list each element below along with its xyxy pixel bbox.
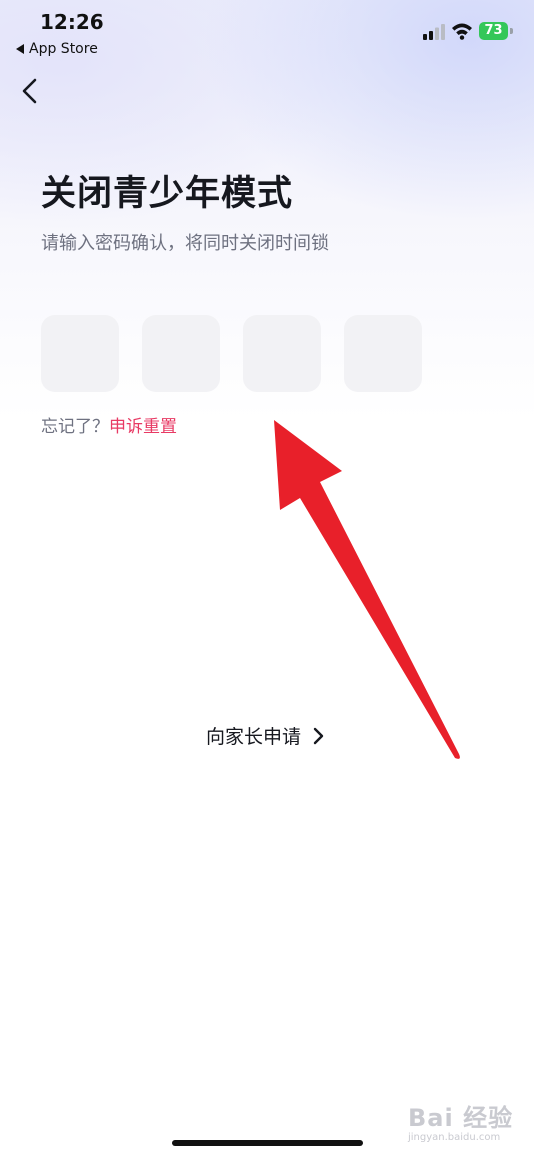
status-time: 12:26 — [40, 10, 104, 34]
red-annotation-arrow — [274, 420, 460, 759]
back-triangle-icon — [16, 44, 24, 54]
page-title: 关闭青少年模式 — [41, 174, 294, 214]
appeal-reset-link[interactable]: 申诉重置 — [109, 417, 177, 437]
watermark-text: Bai 经验 — [408, 1104, 514, 1132]
pin-input-group[interactable] — [41, 315, 422, 392]
pin-digit-box[interactable] — [344, 315, 422, 392]
battery-indicator: 73 — [479, 22, 513, 40]
apply-to-parent-button[interactable]: 向家长申请 — [206, 722, 325, 749]
wifi-icon — [452, 23, 472, 40]
cellular-signal-icon — [423, 24, 445, 40]
apply-to-parent-label: 向家长申请 — [206, 726, 302, 748]
back-app-label: App Store — [29, 41, 98, 57]
battery-percent: 73 — [484, 23, 503, 38]
back-to-app-store[interactable]: App Store — [16, 41, 98, 57]
chevron-left-icon[interactable] — [18, 75, 46, 107]
watermark-url: jingyan.baidu.com — [408, 1132, 501, 1143]
forgot-password-row: 忘记了？申诉重置 — [41, 412, 177, 437]
baidu-jingyan-watermark: Bai 经验 jingyan.baidu.com — [408, 1098, 518, 1148]
page-subtitle: 请输入密码确认，将同时关闭时间锁 — [41, 233, 329, 254]
forgot-prefix: 忘记了？ — [41, 417, 109, 437]
status-bar: 12:26 App Store 73 — [0, 0, 534, 64]
pin-digit-box[interactable] — [41, 315, 119, 392]
pin-digit-box[interactable] — [142, 315, 220, 392]
chevron-right-icon — [313, 727, 324, 744]
pin-digit-box[interactable] — [243, 315, 321, 392]
home-indicator[interactable] — [172, 1140, 363, 1146]
battery-cap — [510, 28, 513, 34]
